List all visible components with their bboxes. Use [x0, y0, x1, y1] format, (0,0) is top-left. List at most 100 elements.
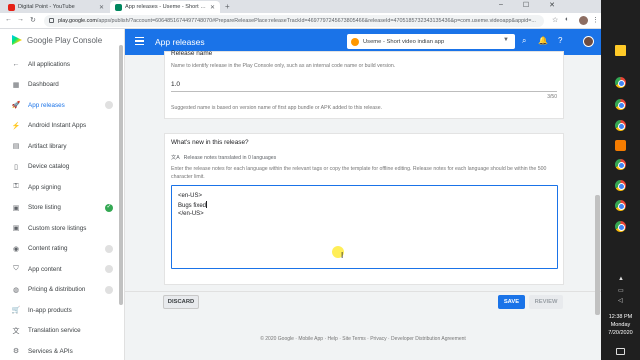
- sidebar-item-custom-store-listings[interactable]: ▣ Custom store listings: [0, 219, 125, 237]
- app-selector[interactable]: Useme - Short video indian app ▼: [347, 34, 515, 49]
- extension-icon[interactable]: ◐: [565, 16, 569, 23]
- url-path: /apps/publish/?account=60648516744977480…: [96, 18, 536, 24]
- minimize-button[interactable]: –: [499, 1, 503, 9]
- save-button[interactable]: SAVE: [498, 295, 525, 309]
- youtube-icon: [8, 3, 15, 11]
- chrome-icon[interactable]: [615, 200, 626, 211]
- status-pending-icon: [105, 101, 113, 109]
- sidebar-item-content-rating[interactable]: ◉ Content rating: [0, 240, 125, 258]
- notification-icon[interactable]: [616, 348, 625, 355]
- status-pending-icon: [105, 265, 113, 273]
- sidebar-item-dashboard[interactable]: ▦ Dashboard: [0, 76, 125, 94]
- taskbar-clock[interactable]: 12:38 PM Monday 7/20/2020: [601, 313, 640, 337]
- sidebar-item-label: In-app products: [28, 306, 72, 314]
- sidebar-item-label: Dashboard: [28, 81, 59, 88]
- device-icon: ▯: [14, 163, 18, 171]
- sidebar-item-device-catalog[interactable]: ▯ Device catalog: [0, 158, 125, 176]
- volume-icon[interactable]: ◁: [618, 297, 623, 304]
- network-icon[interactable]: ▭: [618, 287, 624, 294]
- help-icon[interactable]: ?: [558, 36, 562, 45]
- close-icon[interactable]: ✕: [99, 4, 104, 11]
- close-window-button[interactable]: ✕: [549, 1, 555, 9]
- close-icon[interactable]: ✕: [210, 4, 215, 11]
- rating-icon: ◉: [12, 245, 20, 253]
- notes-line-with-caret: Bugs fixed: [178, 200, 551, 211]
- release-name-description: Name to identify release in the Play Con…: [171, 63, 396, 69]
- tab-youtube[interactable]: Digital Point - YouTube ✕: [3, 1, 109, 13]
- forward-icon[interactable]: →: [17, 16, 24, 23]
- tab-title: Digital Point - YouTube: [18, 4, 75, 10]
- play-console-logo[interactable]: Google Play Console: [12, 35, 102, 45]
- tray-chevron-icon[interactable]: ▲: [618, 276, 624, 282]
- back-icon[interactable]: ←: [5, 16, 12, 23]
- sidebar-item-label: All applications: [28, 60, 71, 68]
- play-console-icon: [115, 3, 122, 11]
- sidebar-item-services-apis[interactable]: ⚙ Services & APIs: [0, 342, 125, 360]
- tab-app-releases[interactable]: App releases - Useme - Short vid... ✕: [110, 1, 220, 13]
- app-icon: [351, 37, 359, 46]
- rocket-icon: 🚀: [11, 102, 21, 109]
- star-icon[interactable]: ☆: [552, 16, 558, 24]
- lock-icon: [49, 18, 54, 23]
- play-logo-icon: [12, 35, 22, 45]
- main-scrollbar[interactable]: [595, 195, 600, 315]
- chevron-down-icon: ▼: [503, 37, 509, 43]
- sidebar-item-translation-service[interactable]: 文 Translation service: [0, 322, 125, 340]
- sidebar-item-label: Android Instant Apps: [28, 122, 87, 129]
- clock-time: 12:38 PM: [608, 314, 633, 320]
- bell-icon[interactable]: 🔔: [538, 36, 548, 45]
- window-controls: – ☐ ✕: [499, 1, 555, 9]
- main-content: Release name Name to identify release in…: [125, 50, 601, 360]
- file-explorer-icon[interactable]: [615, 45, 626, 56]
- sidebar-item-pricing-distribution[interactable]: ◍ Pricing & distribution: [0, 281, 125, 299]
- account-avatar[interactable]: [583, 36, 594, 47]
- sidebar-item-app-signing[interactable]: ⚿ App signing: [0, 178, 125, 196]
- search-icon[interactable]: ⌕: [522, 36, 526, 46]
- release-name-card: Release name Name to identify release in…: [164, 50, 564, 119]
- address-bar[interactable]: play.google.com/apps/publish/?account=60…: [44, 15, 544, 27]
- maximize-button[interactable]: ☐: [523, 1, 529, 9]
- app-icon[interactable]: [615, 140, 626, 151]
- whats-new-card: What's new in this release? 文A Release n…: [164, 133, 564, 285]
- sidebar-item-app-releases[interactable]: 🚀 App releases: [0, 96, 125, 114]
- whats-new-description: Enter the release notes for each languag…: [171, 166, 547, 180]
- chrome-icon[interactable]: [615, 77, 626, 88]
- hamburger-menu-icon[interactable]: [135, 37, 144, 45]
- sidebar-item-label: Services & APIs: [28, 347, 73, 355]
- chrome-icon[interactable]: [615, 221, 626, 232]
- text-caret: [206, 200, 207, 208]
- review-button[interactable]: REVIEW: [529, 295, 563, 309]
- chrome-icon[interactable]: [615, 159, 626, 170]
- discard-button[interactable]: DISCARD: [163, 295, 199, 309]
- release-notes-textarea[interactable]: <en-US> Bugs fixed </en-US>: [171, 185, 558, 269]
- sidebar-item-android-instant-apps[interactable]: ⚡ Android Instant Apps: [0, 117, 125, 135]
- profile-avatar[interactable]: [579, 16, 588, 25]
- sidebar-item-in-app-products[interactable]: 🛒 In-app products: [0, 301, 125, 319]
- page-footer: © 2020 Google · Mobile App · Help · Site…: [260, 336, 466, 342]
- chrome-icon[interactable]: [615, 180, 626, 191]
- character-counter: 3/50: [547, 94, 557, 100]
- sidebar-item-store-listing[interactable]: ▣ Store listing: [0, 199, 125, 217]
- sidebar-item-artifact-library[interactable]: ▤ Artifact library: [0, 137, 125, 155]
- chrome-icon[interactable]: [615, 120, 626, 131]
- new-tab-button[interactable]: +: [225, 2, 230, 11]
- sidebar-item-label: App signing: [28, 183, 61, 191]
- key-icon: ⚿: [13, 183, 19, 190]
- sidebar-item-label: App releases: [28, 101, 65, 109]
- sidebar-item-label: Pricing & distribution: [28, 286, 86, 293]
- menu-icon[interactable]: ⋮: [592, 16, 599, 24]
- logo-text: Google Play Console: [27, 35, 103, 45]
- sidebar: Google Play Console ← All applications ▦ Da…: [0, 29, 125, 360]
- release-name-input[interactable]: 1.0: [171, 81, 180, 88]
- translation-text: Release notes translated in 0 languages: [183, 154, 277, 161]
- sidebar-item-app-content[interactable]: ⛉ App content: [0, 260, 125, 278]
- page-title: App releases: [155, 37, 205, 47]
- translation-status: 文A Release notes translated in 0 languag…: [171, 154, 277, 162]
- sidebar-item-label: Artifact library: [28, 142, 67, 150]
- sidebar-item-all-applications[interactable]: ← All applications: [0, 55, 125, 73]
- notes-line: </en-US>: [178, 211, 204, 217]
- release-name-hint: Suggested name is based on version name …: [171, 105, 383, 111]
- sidebar-scrollbar[interactable]: [119, 45, 123, 305]
- reload-icon[interactable]: ↻: [30, 16, 36, 24]
- chrome-icon[interactable]: [615, 99, 626, 110]
